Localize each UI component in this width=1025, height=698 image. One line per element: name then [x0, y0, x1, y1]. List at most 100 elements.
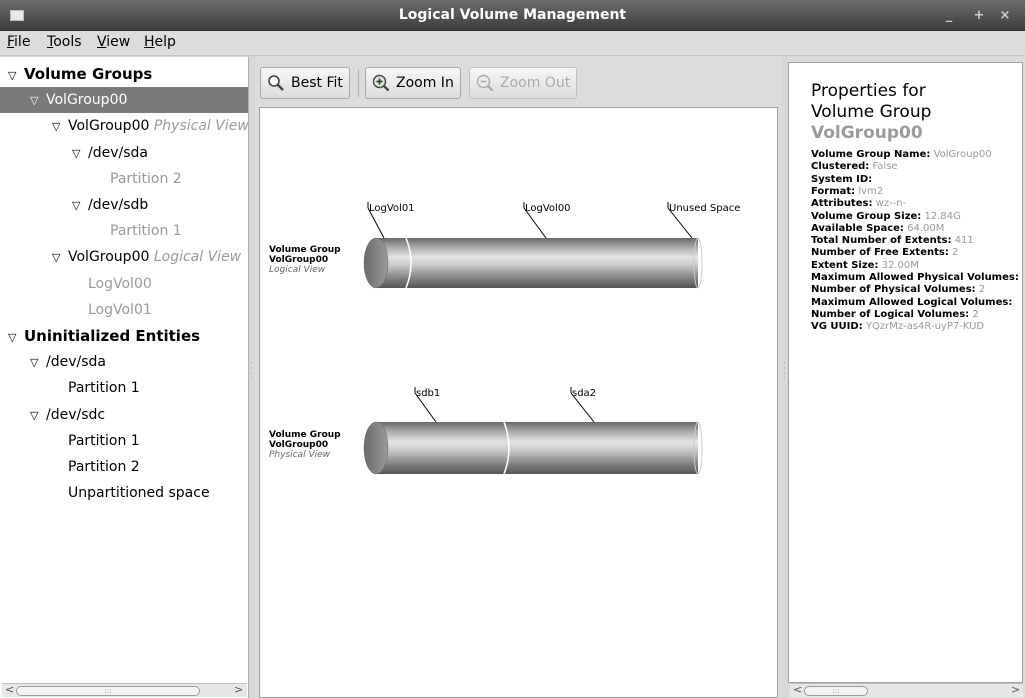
scroll-right-icon[interactable]: >: [1011, 683, 1020, 696]
tree-item[interactable]: ▽/dev/sdb: [0, 192, 248, 218]
tree-horizontal-scrollbar[interactable]: < ::: >: [2, 683, 247, 697]
menu-tools[interactable]: Tools: [47, 34, 82, 50]
zoom-out-icon: [476, 74, 494, 92]
tree-item[interactable]: LogVol00: [0, 271, 248, 297]
tree-item[interactable]: Unpartitioned space: [0, 480, 248, 506]
scrollbar-thumb[interactable]: :::: [16, 686, 200, 696]
property-key: Number of Free Extents:: [811, 247, 949, 259]
tree-item[interactable]: Partition 1: [0, 375, 248, 401]
property-row: Maximum Allowed Physical Volumes:: [811, 272, 1019, 284]
property-value: False: [872, 161, 898, 173]
zoom-in-button[interactable]: Zoom In: [365, 67, 461, 99]
tree-item[interactable]: Partition 2: [0, 454, 248, 480]
tree-item-label: Uninitialized Entities: [24, 327, 201, 345]
property-value: lvm2: [858, 185, 884, 197]
tree-item[interactable]: LogVol01: [0, 297, 248, 323]
properties-vg-name: VolGroup00: [811, 123, 923, 143]
tree-item[interactable]: Partition 1: [0, 428, 248, 454]
expander-arrow-icon[interactable]: ▽: [52, 245, 68, 270]
tree-item[interactable]: ▽/dev/sda: [0, 140, 248, 166]
tree-item[interactable]: ▽ Volume Groups: [0, 61, 248, 87]
lvm-diagram-canvas: Volume Group VolGroup00 Logical View Log…: [259, 107, 778, 698]
properties-horizontal-scrollbar[interactable]: < ::: >: [790, 683, 1023, 697]
tree-item-label: Partition 1: [68, 432, 140, 449]
segment-label-logvol01[interactable]: LogVol01: [369, 203, 415, 214]
close-icon[interactable]: ×: [996, 8, 1014, 24]
expander-arrow-icon[interactable]: ▽: [72, 193, 88, 218]
property-value: YQzrMz-as4R-uyP7-KUD: [865, 321, 985, 333]
expander-arrow-icon[interactable]: ▽: [8, 63, 24, 87]
tree-item-label: VolGroup00: [68, 118, 150, 135]
property-row: Volume Group Name: VolGroup00: [811, 149, 992, 161]
segment-label-unused-space[interactable]: Unused Space: [669, 203, 740, 214]
property-value: 2: [972, 308, 979, 320]
tree-item[interactable]: ▽/dev/sdc: [0, 402, 248, 428]
tree-item[interactable]: ▽ VolGroup00 Physical View: [0, 113, 249, 139]
tree-item[interactable]: ▽ VolGroup00: [0, 87, 248, 114]
expander-arrow-icon[interactable]: ▽: [30, 88, 46, 113]
tree-item-view-type: Physical View: [153, 118, 249, 135]
scrollbar-thumb[interactable]: :::: [804, 686, 868, 696]
toolbar-separator: [358, 69, 359, 97]
property-key: Maximum Allowed Physical Volumes:: [811, 272, 1019, 283]
tree-item-label: Partition 2: [68, 459, 140, 475]
tree-item-view-type: Logical View: [153, 249, 242, 266]
tree-item-label: Partition 2: [110, 170, 182, 187]
tree-item-label: Partition 1: [110, 223, 182, 240]
menu-file[interactable]: File: [7, 34, 30, 50]
expander-arrow-icon[interactable]: ▽: [52, 114, 68, 139]
lvm-diagram: [363, 202, 703, 475]
maximize-icon[interactable]: +: [970, 8, 988, 24]
expander-arrow-icon[interactable]: ▽: [30, 350, 46, 375]
tree-item[interactable]: Partition 1: [0, 218, 248, 244]
property-row: VG UUID: YQzrMz-as4R-uyP7-KUD: [811, 321, 984, 333]
scroll-left-icon[interactable]: <: [5, 683, 14, 696]
tree-item-label: /dev/sda: [46, 354, 106, 371]
segment-label-logvol00[interactable]: LogVol00: [525, 203, 571, 214]
zoom-out-button[interactable]: Zoom Out: [469, 67, 578, 99]
tree-item-label: LogVol00: [88, 275, 152, 292]
best-fit-button[interactable]: Best Fit: [260, 67, 350, 99]
property-row: Number of Physical Volumes: 2: [811, 284, 985, 296]
expander-arrow-icon[interactable]: ▽: [30, 403, 46, 428]
logical-view-cylinder[interactable]: [363, 202, 703, 289]
zoom-out-label: Zoom Out: [500, 75, 571, 91]
scroll-left-icon[interactable]: <: [793, 683, 802, 696]
tree-item[interactable]: Partition 2: [0, 166, 248, 192]
minimize-icon[interactable]: _: [940, 8, 958, 24]
lv-label-line2: VolGroup00: [269, 255, 329, 265]
property-key: Volume Group Size:: [811, 210, 922, 222]
tree-item[interactable]: ▽ Uninitialized Entities: [0, 323, 248, 349]
property-key: System ID:: [811, 173, 873, 185]
expander-arrow-icon[interactable]: ▽: [72, 141, 88, 166]
property-key: Number of Physical Volumes:: [811, 284, 976, 296]
tree-item-label: Volume Groups: [24, 65, 153, 83]
property-key: Format:: [811, 185, 856, 197]
lv-label-line3: Logical View: [269, 265, 326, 275]
menu-help[interactable]: Help: [144, 34, 176, 50]
segment-label-sdb1[interactable]: sdb1: [416, 388, 440, 399]
property-value: 2: [978, 284, 986, 296]
physical-cylinder-cap: [363, 421, 389, 475]
physical-cylinder-body: [376, 422, 698, 474]
zoom-in-label: Zoom In: [396, 75, 454, 91]
tree-item[interactable]: ▽ VolGroup00 Logical View: [0, 244, 248, 270]
menu-view[interactable]: View: [97, 34, 130, 50]
pv-label-line2: VolGroup00: [269, 440, 329, 450]
window-title: Logical Volume Management: [398, 7, 627, 23]
scroll-right-icon[interactable]: >: [234, 683, 243, 696]
physical-view-cylinder[interactable]: [363, 387, 703, 475]
property-value: 411: [954, 235, 974, 247]
property-key: Extent Size:: [811, 259, 879, 271]
property-value: wz--n-: [875, 198, 907, 210]
volume-tree: ▽ Volume Groups ▽ VolGroup00 ▽ VolGroup00 Phy…: [0, 57, 249, 698]
property-row: Attributes: wz--n-: [811, 198, 906, 210]
expander-arrow-icon[interactable]: ▽: [8, 325, 24, 349]
logical-cylinder-body: [376, 238, 698, 288]
segment-label-sda2[interactable]: sda2: [572, 388, 596, 399]
best-fit-label: Best Fit: [291, 75, 343, 91]
property-key: Number of Logical Volumes:: [811, 308, 970, 320]
property-value: VolGroup00: [933, 149, 992, 160]
tree-item[interactable]: ▽/dev/sda: [0, 349, 248, 375]
menu-bar: File Tools View Help: [0, 31, 1025, 56]
